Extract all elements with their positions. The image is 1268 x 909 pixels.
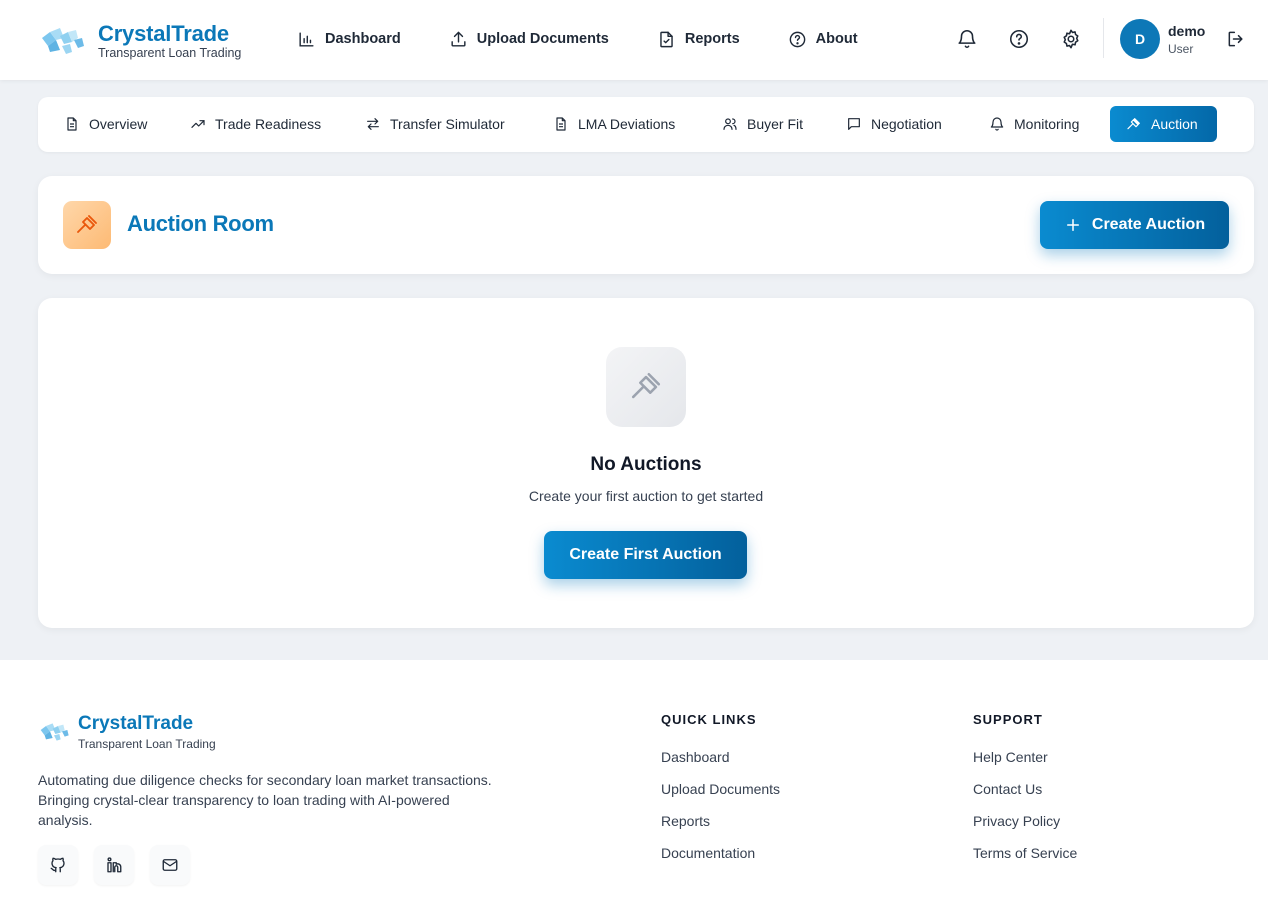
footer-link-help-center[interactable]: Help Center <box>973 749 1077 781</box>
site-footer: CrystalTrade Transparent Loan Trading Au… <box>0 660 1268 909</box>
users-icon <box>722 116 738 132</box>
header-divider <box>1103 18 1104 58</box>
footer-link-contact-us[interactable]: Contact Us <box>973 781 1077 813</box>
tab-buyer-fit-label: Buyer Fit <box>747 116 804 132</box>
tab-auction[interactable]: Auction <box>1110 106 1217 142</box>
gavel-icon <box>63 201 111 249</box>
footer-brand[interactable]: CrystalTrade Transparent Loan Trading <box>38 713 216 751</box>
empty-state-title: No Auctions <box>590 454 702 475</box>
upload-icon <box>449 30 468 49</box>
page-title: Auction Room <box>127 211 274 236</box>
footer-link-upload-documents[interactable]: Upload Documents <box>661 781 780 813</box>
nav-about[interactable]: About <box>788 27 858 51</box>
tab-lma-deviations[interactable]: LMA Deviations <box>537 106 692 142</box>
arrows-swap-icon <box>365 116 381 132</box>
footer-quick-links: QUICK LINKS Dashboard Upload Documents R… <box>661 712 780 877</box>
gear-icon[interactable] <box>1060 28 1082 50</box>
tab-monitoring-label: Monitoring <box>1014 116 1080 132</box>
document-icon <box>64 116 80 132</box>
main-nav: Dashboard Upload Documents Reports About <box>297 27 906 51</box>
nav-dashboard[interactable]: Dashboard <box>297 27 401 51</box>
gavel-icon <box>1126 116 1142 132</box>
tab-negotiation-label: Negotiation <box>871 116 942 132</box>
create-auction-button[interactable]: Create Auction <box>1040 201 1229 249</box>
plus-icon <box>1064 216 1082 234</box>
tab-buyer-fit[interactable]: Buyer Fit <box>706 106 820 142</box>
tab-transfer-simulator[interactable]: Transfer Simulator <box>349 106 521 142</box>
brand-tagline: Transparent Loan Trading <box>98 46 242 60</box>
footer-brand-tagline: Transparent Loan Trading <box>78 737 216 751</box>
footer-link-documentation[interactable]: Documentation <box>661 845 780 877</box>
github-icon[interactable] <box>38 845 78 885</box>
crystal-logo-icon <box>38 24 86 58</box>
tab-lma-deviations-label: LMA Deviations <box>578 116 676 132</box>
tab-transfer-simulator-label: Transfer Simulator <box>390 116 505 132</box>
nav-reports[interactable]: Reports <box>657 27 740 51</box>
footer-link-dashboard[interactable]: Dashboard <box>661 749 780 781</box>
footer-link-terms-of-service[interactable]: Terms of Service <box>973 845 1077 877</box>
tab-monitoring[interactable]: Monitoring <box>973 106 1096 142</box>
user-role: User <box>1168 42 1194 56</box>
trending-up-icon <box>190 116 206 132</box>
tab-overview[interactable]: Overview <box>48 106 164 142</box>
logout-icon[interactable] <box>1226 29 1246 49</box>
footer-description: Automating due diligence checks for seco… <box>38 772 492 828</box>
message-square-icon <box>846 116 862 132</box>
footer-link-privacy-policy[interactable]: Privacy Policy <box>973 813 1077 845</box>
quick-links-heading: QUICK LINKS <box>661 712 757 727</box>
analysis-tabs: Overview Trade Readiness Transfer Simula… <box>38 97 1254 152</box>
avatar[interactable]: D <box>1120 19 1160 59</box>
empty-state: No Auctions Create your first auction to… <box>38 298 1254 628</box>
bell-icon <box>989 116 1005 132</box>
tab-trade-readiness[interactable]: Trade Readiness <box>174 106 338 142</box>
nav-dashboard-label: Dashboard <box>325 31 401 47</box>
brand-logo-link[interactable]: CrystalTrade Transparent Loan Trading <box>38 22 241 60</box>
auction-room-header: Auction Room Create Auction <box>38 176 1254 274</box>
user-name: demo <box>1168 23 1206 39</box>
nav-reports-label: Reports <box>684 31 740 47</box>
nav-upload-documents[interactable]: Upload Documents <box>449 27 609 51</box>
gavel-icon <box>606 347 686 427</box>
document-icon <box>553 116 569 132</box>
create-first-auction-button[interactable]: Create First Auction <box>544 531 747 579</box>
linkedin-icon[interactable] <box>94 845 134 885</box>
file-check-icon <box>657 30 676 49</box>
tab-auction-label: Auction <box>1151 116 1198 132</box>
crystal-logo-icon <box>38 720 70 744</box>
footer-brand-name: CrystalTrade <box>78 713 194 734</box>
support-heading: SUPPORT <box>973 712 1043 727</box>
brand-name: CrystalTrade <box>98 21 229 46</box>
nav-upload-label: Upload Documents <box>476 31 609 47</box>
help-circle-icon <box>788 30 807 49</box>
footer-support: SUPPORT Help Center Contact Us Privacy P… <box>973 712 1077 877</box>
tab-overview-label: Overview <box>89 116 148 132</box>
empty-state-subtitle: Create your first auction to get started <box>528 488 764 504</box>
footer-link-reports[interactable]: Reports <box>661 813 780 845</box>
bar-chart-icon <box>297 30 316 49</box>
create-auction-label: Create Auction <box>1091 216 1206 233</box>
nav-about-label: About <box>815 31 858 47</box>
bell-icon[interactable] <box>956 28 978 50</box>
top-header: CrystalTrade Transparent Loan Trading Da… <box>0 0 1268 80</box>
help-circle-icon[interactable] <box>1008 28 1030 50</box>
mail-icon[interactable] <box>150 845 190 885</box>
tab-negotiation[interactable]: Negotiation <box>830 106 958 142</box>
tab-trade-readiness-label: Trade Readiness <box>215 116 322 132</box>
